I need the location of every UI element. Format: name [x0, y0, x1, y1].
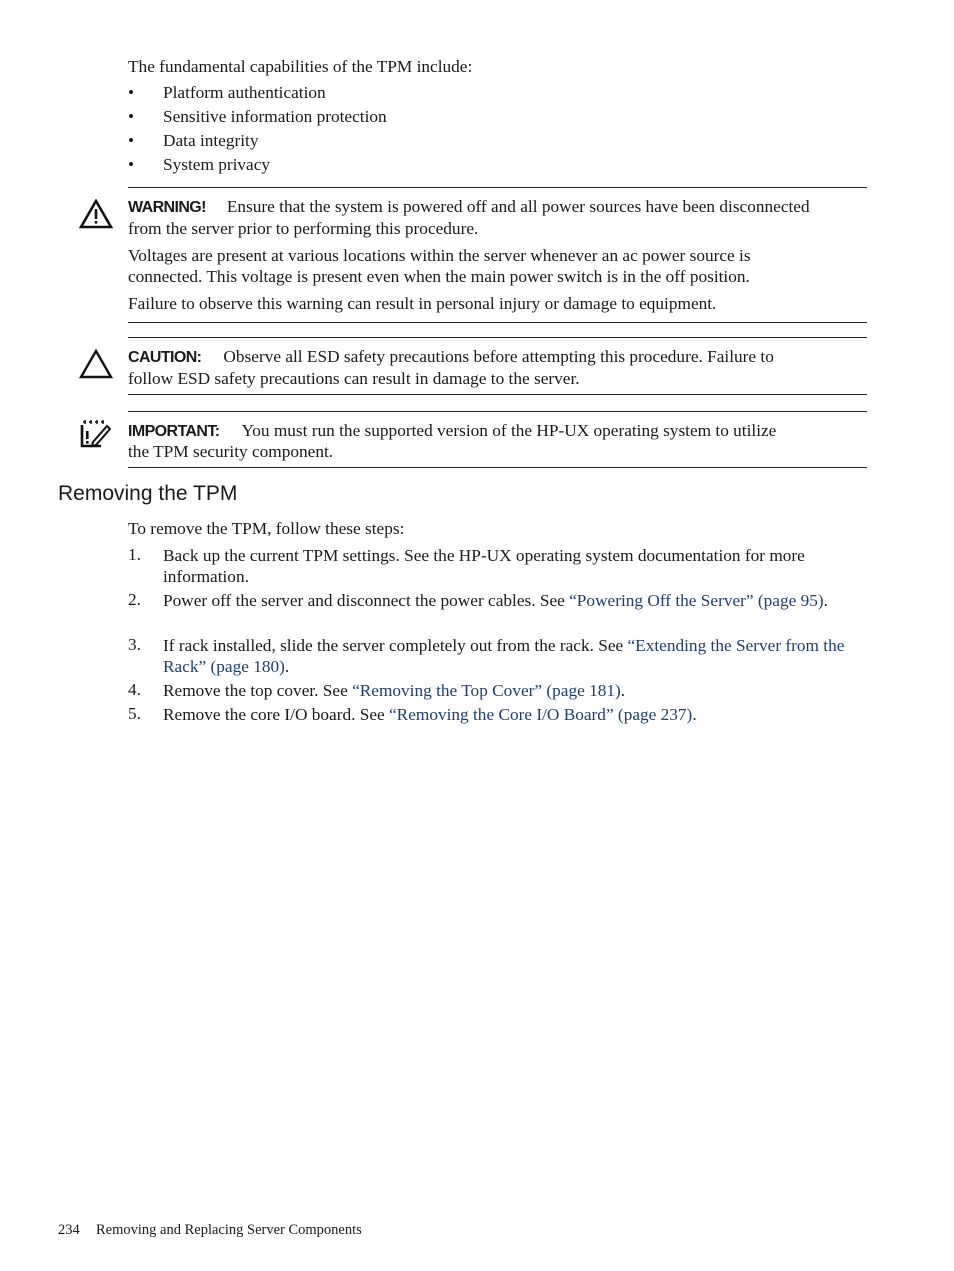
- step-body: Remove the core I/O board. See: [163, 705, 390, 724]
- divider: [128, 337, 867, 338]
- page-number: 234: [58, 1222, 80, 1238]
- warning-text: from the server prior to performing this…: [128, 219, 479, 238]
- warning-text: Failure to observe this warning can resu…: [128, 294, 717, 313]
- cross-reference-link[interactable]: “Powering Off the Server” (page 95): [569, 591, 824, 610]
- intro-text: The fundamental capabilities of the TPM …: [128, 57, 473, 76]
- warning-triangle-icon: [79, 199, 113, 229]
- divider: [128, 394, 867, 395]
- list-item: System privacy: [163, 155, 271, 174]
- warning-text: Voltages are present at various location…: [128, 246, 751, 265]
- list-item: Sensitive information protection: [163, 107, 387, 126]
- step-text: Remove the core I/O board. See “Removing…: [163, 704, 873, 725]
- important-text: the TPM security component.: [128, 442, 334, 461]
- warning-label: WARNING!: [128, 199, 206, 216]
- bullet: •: [128, 107, 135, 126]
- caution-label: CAUTION:: [128, 349, 202, 366]
- important-label: IMPORTANT:: [128, 423, 220, 440]
- punctuation: .: [692, 705, 697, 724]
- cross-reference-link[interactable]: “Removing the Top Cover” (page 181): [352, 681, 621, 700]
- punctuation: .: [823, 591, 828, 610]
- list-item: Data integrity: [163, 131, 259, 150]
- step-text: If rack installed, slide the server comp…: [163, 635, 863, 677]
- step-number: 5.: [128, 704, 141, 723]
- step-text: Back up the current TPM settings. See th…: [163, 545, 873, 587]
- divider: [128, 411, 867, 412]
- notepad-pencil-icon: [80, 420, 111, 448]
- chapter-title: Removing and Replacing Server Components: [96, 1222, 362, 1238]
- divider: [128, 187, 867, 188]
- list-item: Platform authentication: [163, 83, 326, 102]
- step-body: Remove the top cover. See: [163, 681, 353, 700]
- bullet: •: [128, 131, 135, 150]
- warning-text: Ensure that the system is powered off an…: [226, 197, 810, 216]
- steps-intro: To remove the TPM, follow these steps:: [128, 519, 405, 538]
- step-body: If rack installed, slide the server comp…: [163, 636, 628, 655]
- step-body: Back up the current TPM settings. See th…: [163, 546, 805, 586]
- cross-reference-link[interactable]: “Removing the Core I/O Board” (page 237): [389, 705, 692, 724]
- important-text: You must run the supported version of th…: [241, 421, 777, 440]
- step-number: 3.: [128, 635, 141, 654]
- step-text: Power off the server and disconnect the …: [163, 590, 833, 611]
- divider: [128, 467, 867, 468]
- punctuation: .: [284, 657, 290, 676]
- bullet: •: [128, 83, 135, 102]
- divider: [128, 322, 867, 323]
- caution-text: follow ESD safety precautions can result…: [128, 369, 580, 388]
- step-body: Power off the server and disconnect the …: [163, 591, 570, 610]
- bullet: •: [128, 155, 135, 174]
- warning-text: connected. This voltage is present even …: [128, 267, 750, 286]
- step-number: 1.: [128, 545, 141, 564]
- step-number: 4.: [128, 680, 141, 699]
- caution-text: Observe all ESD safety precautions befor…: [223, 347, 774, 366]
- caution-triangle-icon: [79, 349, 113, 379]
- step-number: 2.: [128, 590, 141, 609]
- step-text: Remove the top cover. See “Removing the …: [163, 680, 873, 701]
- section-heading: Removing the TPM: [58, 482, 238, 505]
- punctuation: .: [620, 681, 626, 700]
